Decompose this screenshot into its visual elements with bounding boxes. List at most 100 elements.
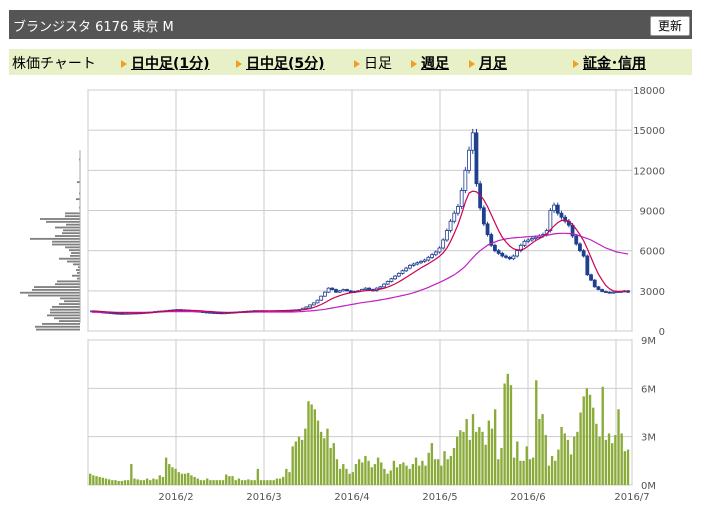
volume-tick-label: 0M <box>641 481 656 492</box>
volume-bar <box>550 456 554 485</box>
candle-body <box>452 212 457 222</box>
volume-bar <box>263 480 266 485</box>
price-profile-bar <box>52 240 80 243</box>
price-tick-label: 15000 <box>633 126 665 137</box>
volume-bar <box>281 476 285 485</box>
volume-bar <box>500 447 503 485</box>
volume-bar <box>202 480 206 485</box>
volume-bar <box>145 478 149 485</box>
volume-bar <box>316 420 320 485</box>
volume-bar <box>126 480 130 485</box>
candle-body <box>603 291 608 293</box>
candle-body <box>467 149 471 171</box>
volume-bar <box>285 468 288 485</box>
price-profile-bar <box>73 263 80 266</box>
volume-bar <box>190 475 193 485</box>
price-profile-bar <box>55 235 80 237</box>
volume-bar <box>247 479 250 485</box>
volume-bar <box>421 460 424 485</box>
price-profile-bar <box>36 328 80 331</box>
price-profile-bar <box>65 246 80 249</box>
volume-bar <box>174 468 177 485</box>
price-tick-label: 9000 <box>640 207 665 218</box>
volume-bar <box>272 480 275 485</box>
date-label: 2016/2 <box>158 492 193 503</box>
volume-bar <box>307 401 310 485</box>
price-profile-bar <box>63 229 80 232</box>
volume-bar <box>187 472 190 485</box>
candle-body <box>526 239 531 242</box>
volume-bar <box>206 478 209 485</box>
volume-bar <box>383 468 386 485</box>
volume-bar <box>294 441 298 485</box>
volume-bar <box>601 386 604 485</box>
price-tick-label: 12000 <box>633 166 665 177</box>
volume-bar <box>253 480 256 485</box>
volume-bar <box>595 423 598 485</box>
volume-bar <box>576 431 579 485</box>
volume-bar <box>114 480 117 485</box>
volume-bar <box>506 373 509 485</box>
volume-bar <box>493 409 497 485</box>
volume-bar <box>465 418 468 485</box>
volume-bar <box>443 451 446 485</box>
candle-body <box>611 291 616 294</box>
volume-bar <box>481 431 484 485</box>
volume-bar <box>490 428 494 485</box>
price-tick-label: 0 <box>659 327 665 338</box>
volume-bar <box>136 479 139 485</box>
candle-body <box>426 256 431 261</box>
volume-bar <box>544 435 547 485</box>
volume-bar <box>149 480 152 485</box>
volume-bar <box>604 439 608 485</box>
volume-bar <box>560 427 563 485</box>
date-label: 2016/4 <box>334 492 369 503</box>
volume-bar <box>278 478 282 485</box>
volume-bar <box>487 420 490 485</box>
candle-body <box>396 273 401 277</box>
volume-bar <box>455 436 459 485</box>
price-profile-bar <box>57 280 80 283</box>
volume-bar <box>332 443 335 485</box>
volume-bar <box>620 433 623 485</box>
volume-bar <box>364 456 367 485</box>
candle-body <box>304 306 309 309</box>
price-profile-bar <box>69 249 80 252</box>
volume-bar <box>180 473 184 485</box>
volume-bar <box>152 478 155 485</box>
candle-body <box>456 206 460 214</box>
candle-body <box>533 236 538 240</box>
volume-bar <box>142 480 146 485</box>
price-profile-bar <box>59 257 80 260</box>
volume-bar <box>183 473 187 485</box>
candle-body <box>408 264 412 269</box>
volume-bar <box>250 480 253 485</box>
candle-body <box>474 132 479 185</box>
date-label: 2016/6 <box>510 492 545 503</box>
price-profile-bar <box>55 226 80 229</box>
candle-body <box>326 287 331 293</box>
price-profile-bar <box>66 223 80 226</box>
volume-bar <box>563 433 566 485</box>
volume-bar <box>399 464 402 485</box>
volume-bar <box>569 454 573 485</box>
volume-bar <box>104 478 108 485</box>
volume-bar <box>623 451 627 485</box>
price-profile-bar <box>64 300 80 303</box>
price-profile-bar <box>50 308 80 311</box>
price-profile-bar <box>65 212 80 215</box>
volume-bar <box>164 457 168 485</box>
volume-bar <box>348 473 351 485</box>
volume-bar <box>462 431 465 485</box>
volume-bar <box>452 447 456 485</box>
volume-bar <box>209 480 212 485</box>
volume-bar <box>357 459 361 485</box>
price-profile-bar <box>32 288 80 291</box>
volume-bar <box>392 460 396 485</box>
volume-bar <box>351 472 354 485</box>
volume-bar <box>234 480 237 485</box>
price-profile-bar <box>59 303 80 305</box>
candle-body <box>463 169 468 191</box>
volume-bar <box>231 476 234 485</box>
volume-bar <box>218 480 222 485</box>
